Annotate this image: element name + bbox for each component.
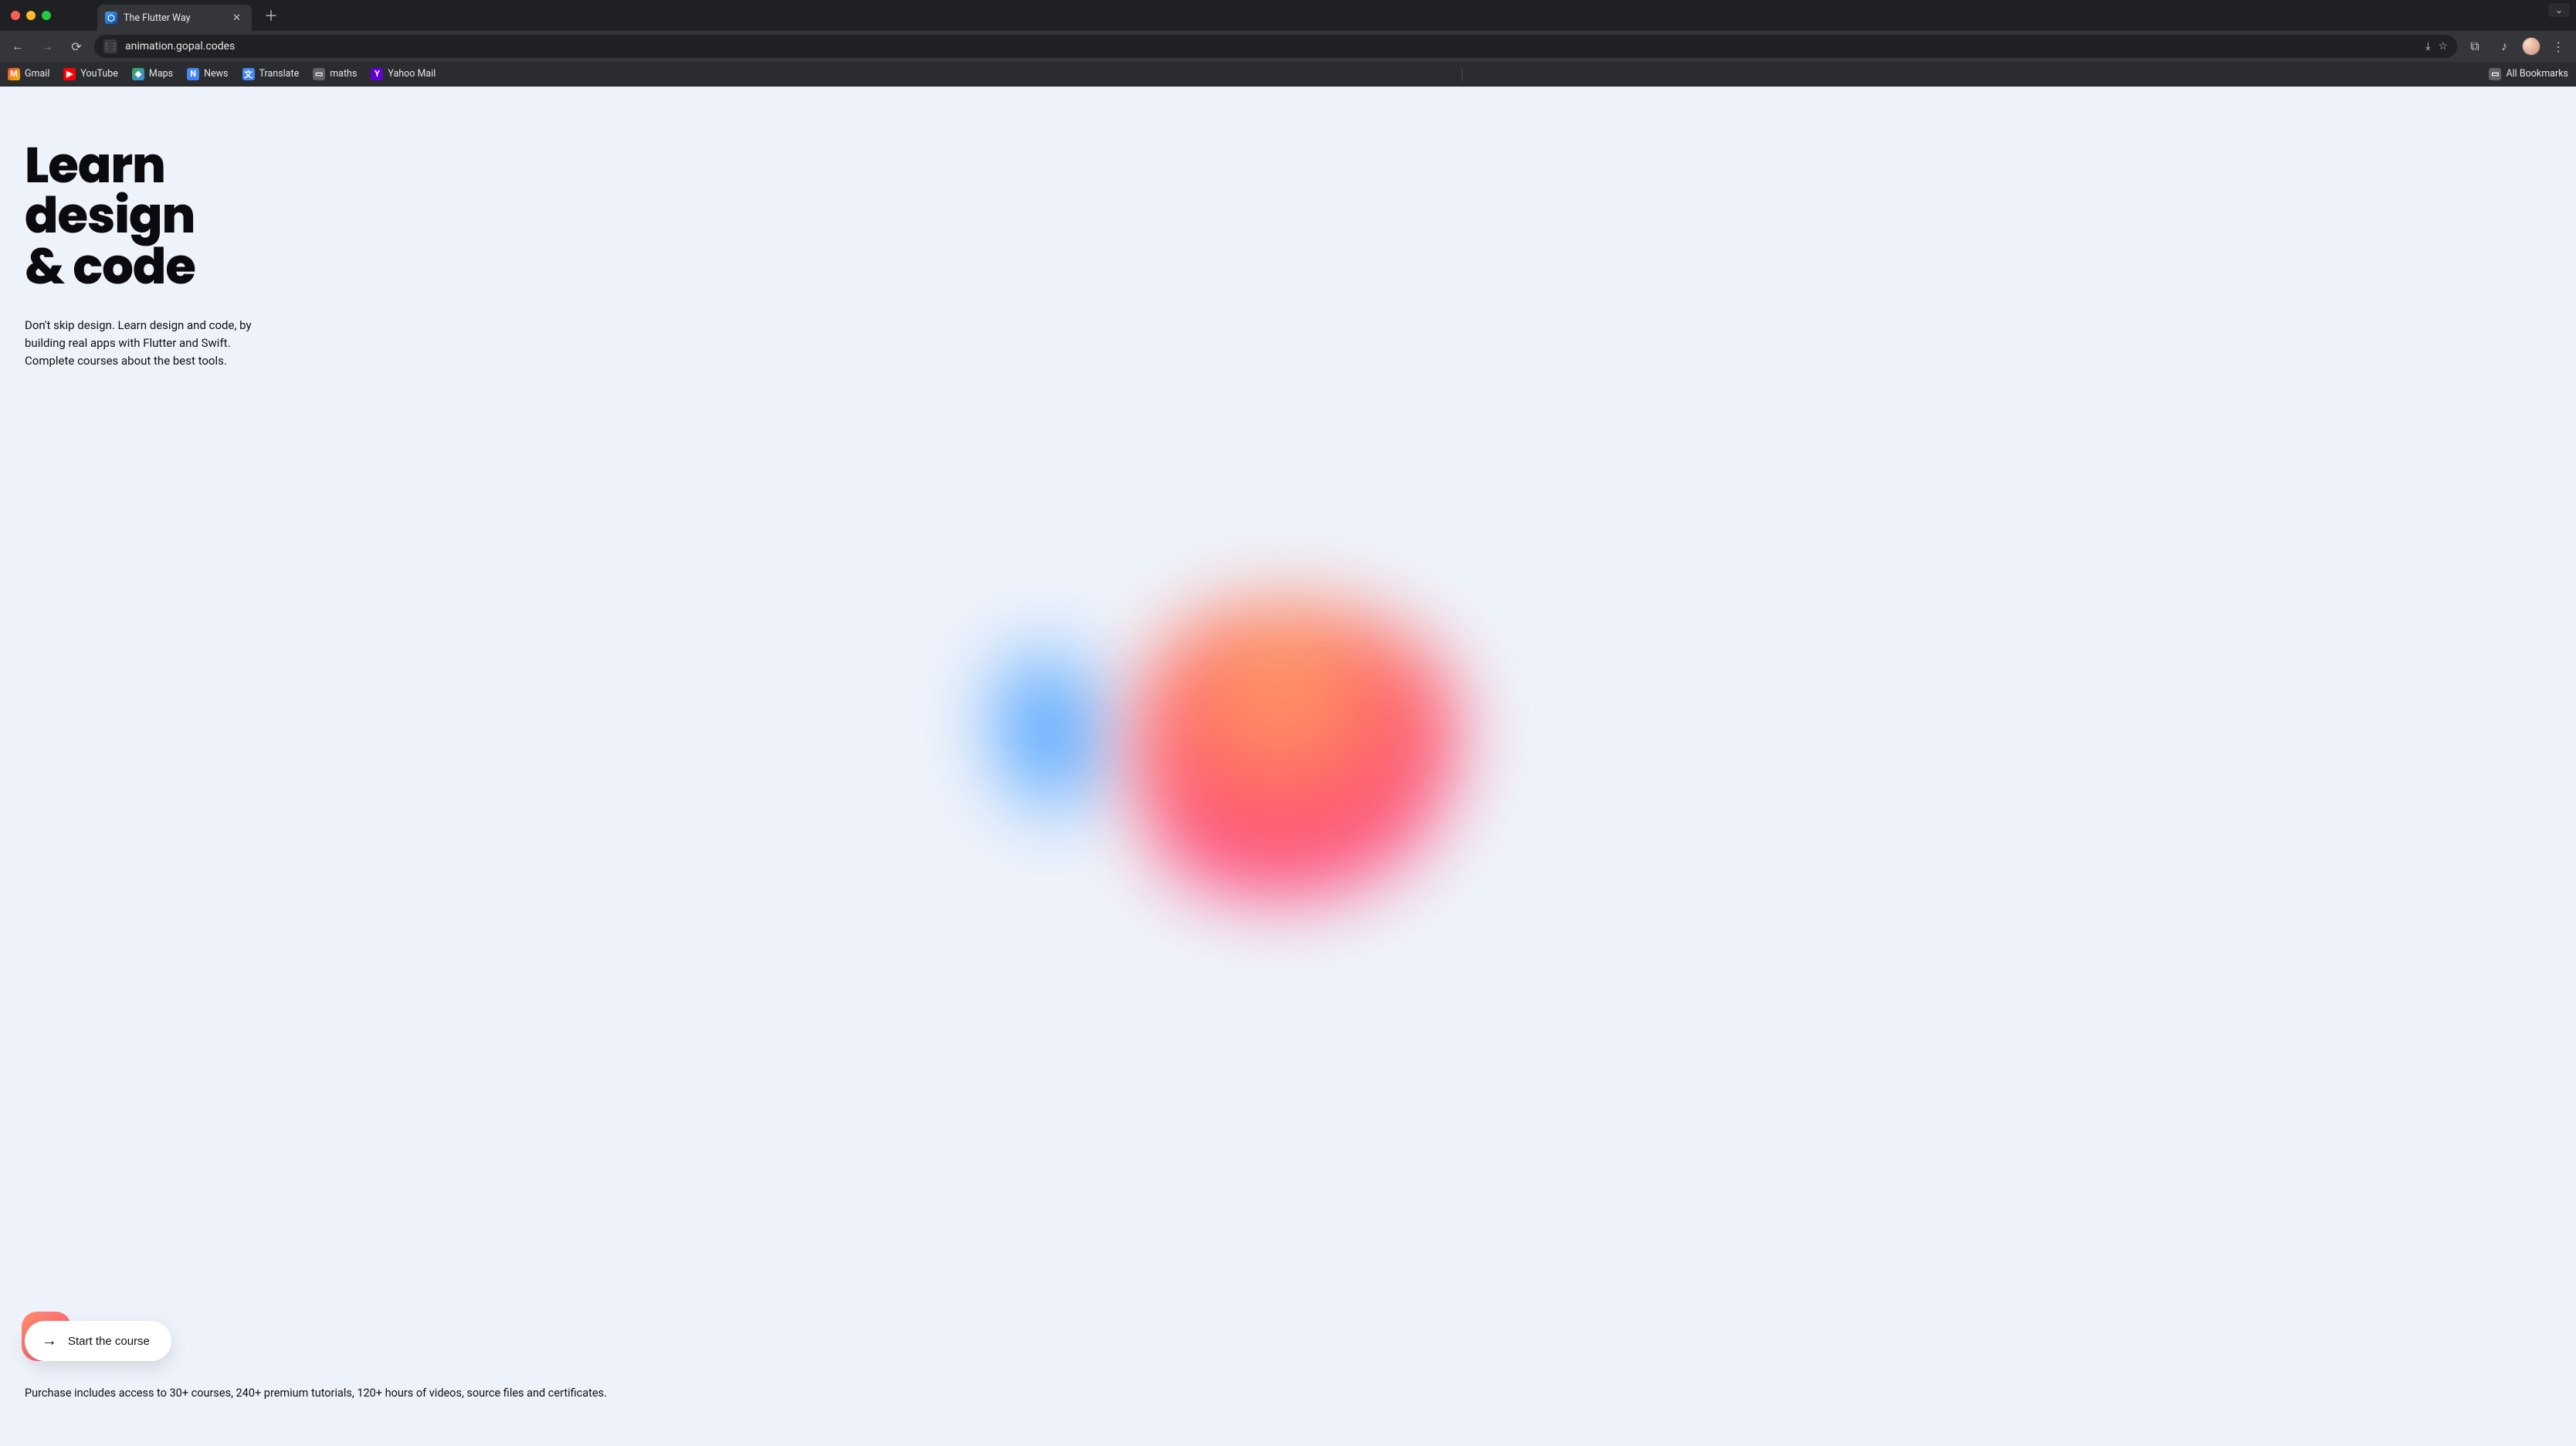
new-tab-button[interactable]: ＋: [256, 1, 286, 30]
address-bar[interactable]: ⋮⋮ animation.gopal.codes ⤓ ☆: [94, 35, 2457, 58]
browser-toolbar: ← → ⟳ ⋮⋮ animation.gopal.codes ⤓ ☆ ⧉ ♪ ⋮: [0, 31, 2576, 62]
bookmark-favicon-icon: N: [187, 68, 199, 80]
nav-forward-button[interactable]: →: [36, 35, 59, 58]
tabs-overflow-button[interactable]: ⌄: [2548, 3, 2570, 17]
bookmark-translate[interactable]: 文 Translate: [242, 68, 300, 80]
browser-tab[interactable]: ⬡ The Flutter Way ✕: [97, 5, 252, 31]
bookmark-label: Translate: [259, 68, 300, 80]
address-bar-url: animation.gopal.codes: [125, 40, 2418, 53]
purchase-footnote: Purchase includes access to 30+ courses,…: [25, 1387, 607, 1400]
media-control-button[interactable]: ♪: [2493, 35, 2516, 58]
kebab-icon: ⋮: [2552, 39, 2564, 54]
bookmark-star-icon[interactable]: ☆: [2438, 40, 2448, 53]
folder-icon: ▭: [2489, 68, 2501, 80]
extensions-button[interactable]: ⧉: [2463, 35, 2486, 58]
browser-menu-button[interactable]: ⋮: [2547, 35, 2570, 58]
bookmark-favicon-icon: ◆: [132, 68, 144, 80]
tab-strip: ⬡ The Flutter Way ✕ ＋ ⌄: [0, 0, 2576, 31]
tab-favicon-icon: ⬡: [105, 12, 117, 24]
install-app-icon[interactable]: ⤓: [2425, 40, 2430, 53]
all-bookmarks-label: All Bookmarks: [2506, 68, 2568, 80]
bookmark-label: YouTube: [80, 68, 118, 80]
hero-headline: Learn design & code: [25, 141, 272, 292]
cta-label: Start the course: [68, 1335, 150, 1348]
bookmark-favicon-icon: ▭: [313, 68, 325, 80]
hero-section: Learn design & code Don't skip design. L…: [25, 141, 272, 371]
bookmark-favicon-icon: ▶: [63, 68, 76, 80]
nav-reload-button[interactable]: ⟳: [65, 35, 88, 58]
hero-subcopy: Don't skip design. Learn design and code…: [25, 317, 272, 371]
start-course-button[interactable]: → Start the course: [25, 1321, 171, 1361]
arrow-right-icon: →: [42, 1333, 57, 1349]
decorative-blob-blue: [962, 619, 1134, 841]
arrow-right-icon: →: [41, 39, 53, 54]
bookmark-maps[interactable]: ◆ Maps: [132, 68, 173, 80]
cta-wrap: → Start the course: [25, 1321, 171, 1361]
window-controls: [11, 11, 51, 20]
window-minimize-icon[interactable]: [26, 11, 36, 20]
bookmark-label: Maps: [149, 68, 173, 80]
tab-title: The Flutter Way: [124, 12, 223, 24]
puzzle-icon: ⧉: [2470, 39, 2479, 54]
nav-back-button[interactable]: ←: [6, 35, 29, 58]
bookmark-news[interactable]: N News: [187, 68, 228, 80]
bookmark-gmail[interactable]: M Gmail: [8, 68, 49, 80]
bookmark-favicon-icon: Y: [371, 68, 383, 80]
decorative-blob-warm: [1134, 603, 1458, 912]
window-zoom-icon[interactable]: [42, 11, 51, 20]
arrow-left-icon: ←: [12, 39, 24, 54]
bookmark-label: Gmail: [25, 68, 49, 80]
bookmarks-separator: [1462, 67, 1463, 81]
bookmark-label: maths: [330, 68, 357, 80]
bookmark-label: News: [204, 68, 228, 80]
site-info-icon[interactable]: ⋮⋮: [103, 39, 117, 53]
page-viewport: Learn design & code Don't skip design. L…: [0, 87, 2576, 1446]
bookmark-youtube[interactable]: ▶ YouTube: [63, 68, 118, 80]
chevron-down-icon: ⌄: [2555, 5, 2563, 15]
all-bookmarks-button[interactable]: ▭ All Bookmarks: [2489, 68, 2568, 80]
bookmarks-bar: M Gmail ▶ YouTube ◆ Maps N News 文 Translate ▭ maths…: [0, 62, 2576, 87]
media-icon: ♪: [2501, 39, 2507, 54]
bookmark-label: Yahoo Mail: [388, 68, 436, 80]
bookmark-favicon-icon: M: [8, 68, 20, 80]
bookmark-yahoo-mail[interactable]: Y Yahoo Mail: [371, 68, 436, 80]
bookmark-favicon-icon: 文: [242, 68, 255, 80]
window-close-icon[interactable]: [11, 11, 20, 20]
reload-icon: ⟳: [71, 39, 81, 54]
profile-avatar[interactable]: [2522, 37, 2540, 56]
tab-close-icon[interactable]: ✕: [229, 12, 244, 24]
bookmark-maths[interactable]: ▭ maths: [313, 68, 357, 80]
